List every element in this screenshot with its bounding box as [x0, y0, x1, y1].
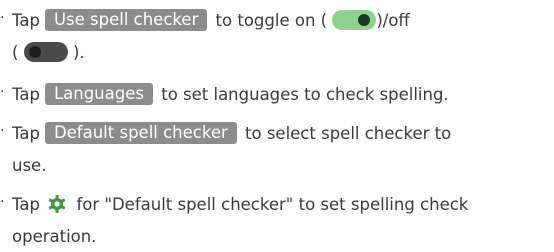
close-paren: ).	[72, 43, 85, 62]
bullet: ·	[0, 123, 5, 139]
tap-text: Tap	[12, 195, 40, 214]
bullet: ·	[0, 194, 5, 210]
tap-text: Tap	[12, 124, 40, 143]
open-paren: (	[12, 43, 19, 62]
toggle-off-icon	[23, 41, 68, 62]
languages-key: Languages	[44, 82, 153, 105]
gear-icon	[47, 194, 67, 214]
bullet: ·	[0, 84, 5, 100]
off-text: )/off	[376, 11, 410, 30]
bullet: ·	[0, 10, 5, 26]
tap-text: Tap	[12, 85, 40, 104]
use-spell-checker-key: Use spell checker	[44, 8, 208, 31]
instruction-line-4-cont: operation.	[12, 222, 96, 252]
gear-description: for "Default spell checker" to set spell…	[76, 195, 469, 214]
instruction-line-1-cont: ( ).	[12, 38, 85, 68]
instruction-line-3-cont: use.	[12, 151, 46, 181]
operation-text: operation.	[12, 227, 97, 246]
instruction-line-2: · Tap Languages to set languages to check …	[0, 80, 449, 110]
toggle-on-text: to toggle on (	[215, 11, 328, 30]
use-text: use.	[12, 156, 47, 175]
tap-text: Tap	[12, 11, 40, 30]
toggle-on-icon	[332, 9, 377, 30]
instruction-line-1: · Tap Use spell checker to toggle on ( )/o…	[0, 6, 410, 36]
default-spell-checker-description: to select spell checker to	[245, 124, 452, 143]
instruction-line-3: · Tap Default spell checker to select spel…	[0, 119, 451, 149]
instruction-line-4: · Tap for "Default spell checker" to set …	[0, 190, 468, 220]
languages-description: to set languages to check spelling.	[161, 85, 449, 104]
default-spell-checker-key: Default spell checker	[44, 121, 237, 144]
